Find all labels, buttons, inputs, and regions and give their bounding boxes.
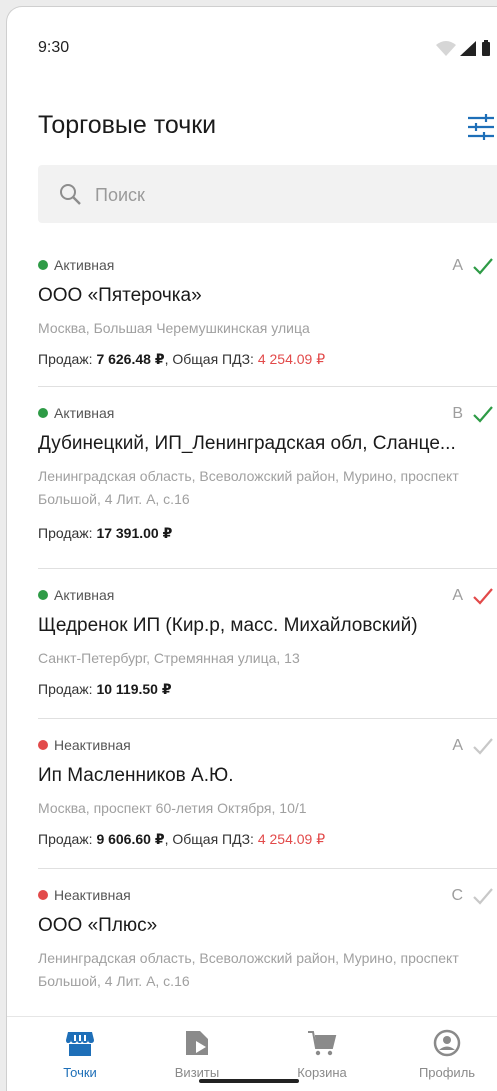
status-dot <box>38 890 48 900</box>
outlet-name: ООО «Пятерочка» <box>38 285 202 306</box>
grade-label: A <box>452 257 463 274</box>
status-label: Активная <box>54 257 115 273</box>
status-dot <box>38 260 48 270</box>
check-icon <box>473 406 493 423</box>
outlet-name: Ип Масленников А.Ю. <box>38 765 234 786</box>
sales-line: Продаж: 17 391.00 ₽ <box>38 525 172 542</box>
grade-label: B <box>452 405 463 422</box>
tab-label: Визиты <box>174 1065 220 1080</box>
check-icon <box>473 588 493 605</box>
outlet-address: Москва, проспект 60-летия Октября, 10/1 <box>38 800 307 816</box>
status-indicator: Активная <box>38 257 114 273</box>
sales-value: 9 606.60 ₽ <box>96 831 165 847</box>
status-icons <box>436 40 490 56</box>
tag-icon <box>186 1031 208 1055</box>
status-label: Активная <box>54 587 115 603</box>
outlet-name: Щедренок ИП (Кир.р, масс. Михайловский) <box>38 615 418 636</box>
pdz-label: , Общая ПДЗ: <box>164 351 254 367</box>
status-indicator: Активная <box>38 405 114 421</box>
grade-label: C <box>451 887 463 904</box>
sales-line: Продаж: 9 606.60 ₽, Общая ПДЗ: 4 254.09 … <box>38 831 325 848</box>
search-bar[interactable] <box>38 165 497 223</box>
phone-screen: 9:30 Торговые точки Акт <box>6 6 497 1091</box>
outlet-address: Санкт-Петербург, Стремянная улица, 13 <box>38 650 300 666</box>
list-item[interactable]: Неактивная A Ип Масленников А.Ю. Москва,… <box>7 719 497 869</box>
sales-label: Продаж: <box>38 525 93 541</box>
list-item[interactable]: Активная B Дубинецкий, ИП_Ленинградская … <box>7 387 497 569</box>
status-indicator: Активная <box>38 587 114 603</box>
grade-label: A <box>452 737 463 754</box>
profile-icon <box>433 1029 461 1057</box>
filter-button[interactable] <box>466 111 496 143</box>
wifi-icon <box>436 41 456 56</box>
status-label: Неактивная <box>54 737 131 753</box>
sales-value: 7 626.48 ₽ <box>96 351 165 367</box>
sales-value: 10 119.50 ₽ <box>96 681 172 697</box>
tab-profile[interactable]: Профиль <box>397 1029 497 1089</box>
sales-label: Продаж: <box>38 681 93 697</box>
search-icon <box>60 184 81 205</box>
status-dot <box>38 408 48 418</box>
cart-icon <box>308 1031 337 1056</box>
home-indicator[interactable] <box>199 1079 299 1083</box>
search-input[interactable] <box>93 177 477 213</box>
list-item[interactable]: Неактивная C ООО «Плюс» Ленинградская об… <box>7 869 497 1017</box>
status-time: 9:30 <box>38 39 70 56</box>
sales-line: Продаж: 7 626.48 ₽, Общая ПДЗ: 4 254.09 … <box>38 351 325 368</box>
tab-label: Корзина <box>297 1065 347 1080</box>
status-dot <box>38 590 48 600</box>
check-icon <box>473 738 493 755</box>
status-bar: 9:30 <box>7 7 497 77</box>
pdz-value: 4 254.09 ₽ <box>257 351 326 367</box>
status-label: Неактивная <box>54 887 131 903</box>
filter-icon <box>468 114 494 140</box>
outlet-address: Ленинградская область, Всеволожский райо… <box>38 950 459 989</box>
tab-label: Профиль <box>418 1065 476 1080</box>
store-icon <box>66 1032 94 1056</box>
page-title: Торговые точки <box>38 111 217 139</box>
list-item[interactable]: Активная A Щедренок ИП (Кир.р, масс. Мих… <box>7 569 497 719</box>
outlet-name: ООО «Плюс» <box>38 915 158 936</box>
status-indicator: Неактивная <box>38 887 131 903</box>
header: Торговые точки <box>7 97 497 157</box>
list-item[interactable]: Активная A ООО «Пятерочка» Москва, Больш… <box>7 239 497 387</box>
sales-value: 17 391.00 ₽ <box>96 525 173 541</box>
pdz-label: , Общая ПДЗ: <box>164 831 254 847</box>
pdz-value: 4 254.09 ₽ <box>257 831 326 847</box>
outlet-name: Дубинецкий, ИП_Ленинградская обл, Сланце… <box>38 433 456 454</box>
sales-label: Продаж: <box>38 831 93 847</box>
status-indicator: Неактивная <box>38 737 131 753</box>
grade-label: A <box>452 587 463 604</box>
sales-label: Продаж: <box>38 351 93 367</box>
signal-icon <box>460 41 476 56</box>
outlet-address: Москва, Большая Черемушкинская улица <box>38 320 310 336</box>
outlet-address: Ленинградская область, Всеволожский райо… <box>38 468 459 507</box>
battery-icon <box>482 42 490 56</box>
sales-line: Продаж: 10 119.50 ₽ <box>38 681 172 698</box>
check-icon <box>473 258 493 275</box>
tab-points[interactable]: Точки <box>30 1029 130 1089</box>
status-label: Активная <box>54 405 115 421</box>
status-dot <box>38 740 48 750</box>
tab-label: Точки <box>63 1065 97 1080</box>
check-icon <box>473 888 493 905</box>
